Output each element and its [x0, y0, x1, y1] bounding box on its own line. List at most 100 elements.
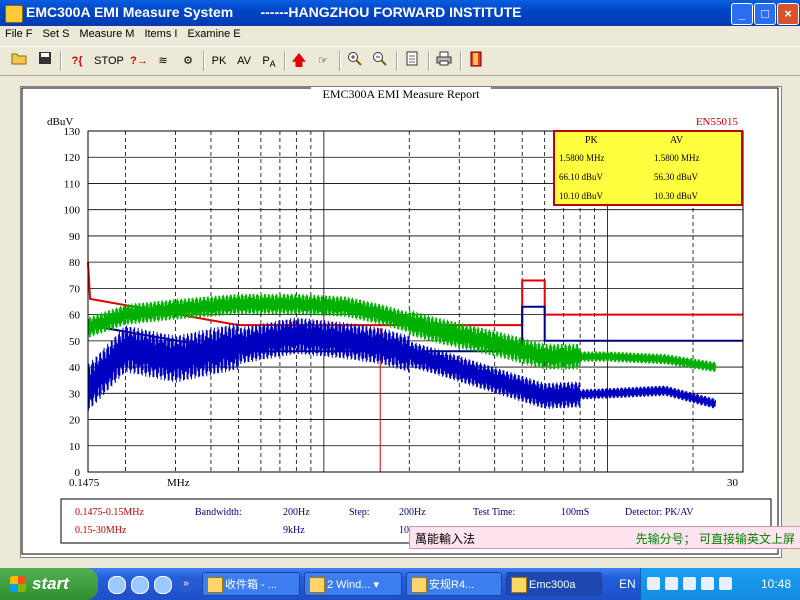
document-app-icon	[411, 577, 427, 593]
browser-icon[interactable]	[154, 576, 172, 594]
emi-chart: EMC300A EMI Measure Report dBuV EN55015 …	[21, 87, 779, 555]
settings-range-1: 0.1475-0.15MHz	[75, 507, 144, 518]
window-title: EMC300A EMI Measure System ------HANGZHO…	[26, 4, 522, 20]
task-safety[interactable]: 安规R4...	[406, 572, 502, 596]
print-icon[interactable]	[434, 51, 454, 71]
task-windows[interactable]: 2 Wind... ▾	[304, 572, 402, 596]
y-tick-labels: 0102030405060708090100110120130	[64, 126, 81, 479]
task-inbox[interactable]: 收件箱 - ...	[202, 572, 300, 596]
tray-mail-icon[interactable]	[665, 577, 678, 590]
ime-name: 萬能輸入法	[415, 532, 476, 546]
mail-icon	[207, 577, 223, 593]
save-icon[interactable]	[36, 51, 54, 71]
app-icon	[5, 5, 23, 23]
expand-quicklaunch-icon[interactable]: »	[178, 576, 194, 592]
y-tick-20: 20	[69, 415, 81, 427]
y-tick-110: 110	[64, 178, 81, 190]
taskbar: start » 收件箱 - ... 2 Wind... ▾ 安规R4... Em…	[0, 568, 800, 600]
y-tick-120: 120	[64, 152, 81, 164]
stop-button[interactable]: STOP	[93, 51, 125, 71]
y-tick-80: 80	[69, 257, 81, 269]
ime-bar[interactable]: 萬能輸入法 先输分号； 可直接输英文上屏	[409, 526, 800, 549]
title-bar: EMC300A EMI Measure System ------HANGZHO…	[0, 0, 800, 26]
language-indicator[interactable]: EN	[619, 577, 636, 591]
menu-bar: File F Set S Measure M Items I Examine E	[0, 26, 800, 44]
peak-av-level: 56.30 dBuV	[654, 172, 699, 182]
report-panel: EMC300A EMI Measure Report dBuV EN55015 …	[20, 86, 782, 558]
peak-pk-margin: 10.10 dBuV	[559, 191, 604, 201]
peak-info-box: PK AV 1.5800 MHz 1.5800 MHz 66.10 dBuV 5…	[553, 130, 743, 206]
y-tick-70: 70	[69, 283, 81, 295]
start-button[interactable]: start	[0, 568, 98, 600]
menu-set[interactable]: Set S	[38, 26, 75, 40]
task-windows-label: 2 Wind...	[327, 579, 371, 591]
pa-button-label: P	[262, 55, 270, 67]
scan-icon[interactable]: ≋	[153, 51, 173, 71]
peak-pk-header: PK	[585, 135, 599, 146]
emc-app-icon	[511, 577, 527, 593]
y-tick-30: 30	[69, 388, 81, 400]
y-tick-130: 130	[64, 126, 81, 138]
peak-av-freq: 1.5800 MHz	[654, 153, 700, 163]
x-axis-label: MHz	[167, 477, 190, 489]
windows-flag-icon	[10, 576, 26, 592]
maximize-button[interactable]: □	[754, 3, 776, 25]
tray-help-icon[interactable]	[647, 577, 660, 590]
config-icon[interactable]: ⚙	[178, 51, 198, 71]
peak-pk-freq: 1.5800 MHz	[559, 153, 605, 163]
settings-step-label: Step:	[349, 507, 370, 518]
media-player-icon[interactable]	[131, 576, 149, 594]
task-emc300a[interactable]: Emc300a	[506, 572, 602, 596]
settings-step-1: 200Hz	[399, 507, 426, 518]
peak-pk-level: 66.10 dBuV	[559, 172, 604, 182]
ime-hint: 先输分号； 可直接输英文上屏	[635, 532, 795, 546]
x-tick-label-end: 30	[727, 477, 739, 489]
toolbar: ?{ STOP ?→ ≋ ⚙ PK AV PA 🡅 ☞	[0, 46, 800, 76]
tray-app-icon[interactable]	[719, 577, 732, 590]
settings-testtime: 100mS	[561, 507, 589, 518]
help-icon[interactable]: ?{	[66, 51, 88, 71]
settings-bandwidth-label: Bandwidth:	[195, 507, 242, 518]
task-inbox-label: 收件箱 - ...	[225, 579, 277, 591]
menu-examine[interactable]: Examine E	[182, 26, 245, 40]
task-safety-label: 安规R4...	[429, 579, 475, 591]
pa-button[interactable]: PA	[258, 51, 280, 71]
settings-step-2: 10	[399, 525, 409, 536]
y-tick-60: 60	[69, 310, 81, 322]
folder-icon	[309, 577, 325, 593]
open-icon[interactable]	[10, 51, 28, 71]
system-tray: EN 10:48	[619, 568, 800, 600]
settings-detector: Detector: PK/AV	[625, 507, 694, 518]
close-button[interactable]: ×	[777, 3, 799, 25]
settings-range-2: 0.15-30MHz	[75, 525, 127, 536]
zoom-out-icon[interactable]	[370, 51, 390, 71]
settings-bandwidth-1: 200Hz	[283, 507, 310, 518]
document-icon[interactable]	[402, 51, 422, 71]
measure-arrow-icon[interactable]: ?→	[128, 51, 150, 71]
exit-icon[interactable]	[466, 51, 486, 71]
report-title: EMC300A EMI Measure Report	[323, 87, 481, 101]
zoom-in-icon[interactable]	[345, 51, 365, 71]
peak-av-margin: 10.30 dBuV	[654, 191, 699, 201]
cursor-icon[interactable]: ☞	[313, 51, 333, 71]
clock: 10:48	[760, 577, 791, 591]
pk-button[interactable]: PK	[208, 51, 230, 71]
peak-av-header: AV	[670, 135, 684, 146]
ie-icon[interactable]	[108, 576, 126, 594]
tray-volume-icon[interactable]	[701, 577, 714, 590]
standard-label: EN55015	[696, 116, 739, 128]
task-emc300a-label: Emc300a	[529, 579, 576, 591]
minimize-button[interactable]: _	[731, 3, 753, 25]
menu-file[interactable]: File F	[0, 26, 38, 40]
y-tick-10: 10	[69, 441, 81, 453]
menu-items[interactable]: Items I	[139, 26, 182, 40]
y-tick-50: 50	[69, 336, 81, 348]
x-tick-label-start: 0.1475	[69, 477, 100, 489]
trace-av	[87, 317, 716, 411]
tray-network-icon[interactable]	[683, 577, 696, 590]
up-arrow-icon[interactable]: 🡅	[290, 51, 308, 71]
av-button[interactable]: AV	[233, 51, 255, 71]
y-tick-40: 40	[69, 362, 81, 374]
menu-measure[interactable]: Measure M	[74, 26, 139, 40]
pa-button-sub: A	[269, 59, 276, 70]
